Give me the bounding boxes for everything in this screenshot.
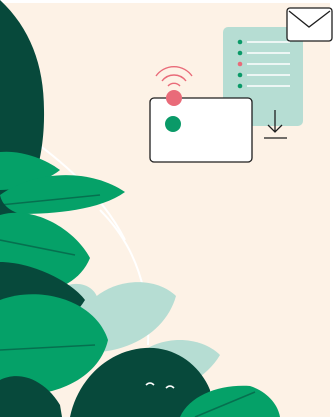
card-avatar-dot xyxy=(165,116,181,132)
envelope-icon xyxy=(286,7,333,42)
card-body xyxy=(149,97,253,163)
document-bullet xyxy=(237,61,243,67)
top-edge xyxy=(0,0,334,3)
right-edge xyxy=(330,0,334,417)
illustration-canvas xyxy=(0,0,334,417)
document-bullet xyxy=(237,39,243,45)
card-signal-dot xyxy=(166,90,182,106)
id-card-icon xyxy=(149,90,253,163)
document-bullet xyxy=(237,83,243,89)
document-bullet xyxy=(237,72,243,78)
document-bullet xyxy=(237,50,243,56)
illustration xyxy=(0,0,334,417)
envelope-body xyxy=(286,7,333,42)
